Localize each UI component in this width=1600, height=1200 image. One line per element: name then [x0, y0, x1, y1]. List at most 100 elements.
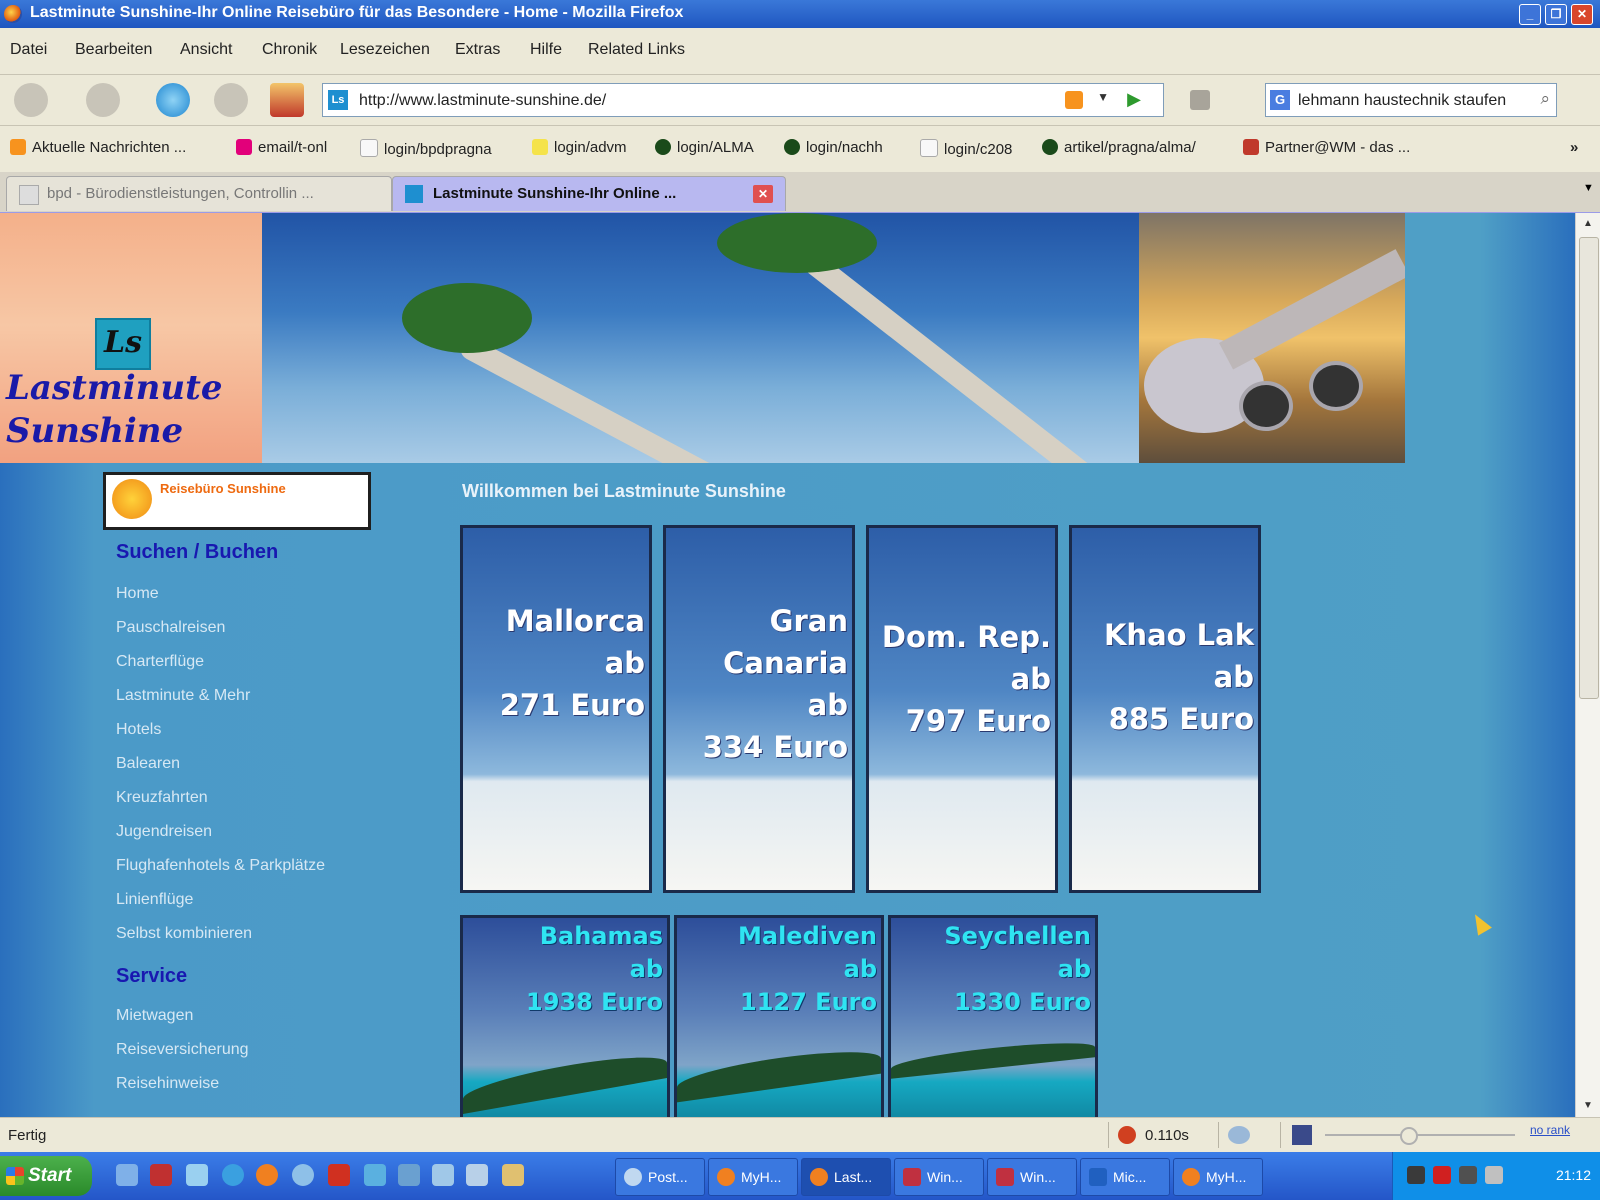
reisebuero-sunshine-banner[interactable]: Reisebüro Sunshine [103, 472, 371, 530]
tray-icon[interactable] [1459, 1166, 1477, 1184]
extension-icon[interactable] [1190, 90, 1210, 110]
taskbar-item[interactable]: MyH... [708, 1158, 798, 1196]
stop-icon[interactable] [214, 83, 248, 117]
deal-mallorca[interactable]: Mallorca ab 271 Euro [460, 525, 652, 893]
search-input[interactable] [1296, 89, 1525, 113]
gear-icon[interactable] [1228, 1126, 1250, 1144]
sidebar-item-reiseversicherung[interactable]: Reiseversicherung [116, 1041, 249, 1059]
menu-hilfe[interactable]: Hilfe [530, 41, 562, 59]
sidebar-item-hotels[interactable]: Hotels [116, 721, 161, 739]
sidebar-item-flughafenhotels[interactable]: Flughafenhotels & Parkplätze [116, 857, 325, 875]
quicklaunch-app-icon[interactable] [398, 1164, 420, 1186]
sidebar-item-selbst-kombinieren[interactable]: Selbst kombinieren [116, 925, 252, 943]
deal-dom-rep[interactable]: Dom. Rep. ab 797 Euro [866, 525, 1058, 893]
tab-list-icon[interactable]: ▼ [1583, 182, 1594, 194]
sidebar-item-reisehinweise[interactable]: Reisehinweise [116, 1075, 219, 1093]
quicklaunch-app-icon[interactable] [150, 1164, 172, 1186]
deal-bahamas[interactable]: Bahamas ab 1938 Euro [460, 915, 670, 1117]
sidebar-item-jugendreisen[interactable]: Jugendreisen [116, 823, 212, 841]
close-tab-icon[interactable]: ✕ [753, 185, 773, 203]
sidebar-item-linienfluege[interactable]: Linienflüge [116, 891, 193, 909]
scroll-thumb[interactable] [1579, 237, 1599, 699]
pagerank-icon[interactable] [1292, 1125, 1312, 1145]
bookmark-item[interactable]: Aktuelle Nachrichten ... [10, 139, 186, 156]
globe-icon [1042, 139, 1058, 155]
tab-lastminute[interactable]: Lastminute Sunshine-Ihr Online ... ✕ [392, 176, 786, 211]
url-bar[interactable]: Ls ▼ ▶ [322, 83, 1164, 117]
bookmark-item[interactable]: email/t-onl [236, 139, 327, 156]
sidebar-item-home[interactable]: Home [116, 585, 159, 603]
menu-datei[interactable]: Datei [10, 41, 47, 59]
globe-icon [655, 139, 671, 155]
deal-seychellen[interactable]: Seychellen ab 1330 Euro [888, 915, 1098, 1117]
sidebar-item-charterfluege[interactable]: Charterflüge [116, 653, 204, 671]
start-button[interactable]: Start [0, 1156, 92, 1196]
deal-malediven[interactable]: Malediven ab 1127 Euro [674, 915, 884, 1117]
sidebar-item-mietwagen[interactable]: Mietwagen [116, 1007, 193, 1025]
reload-icon[interactable] [156, 83, 190, 117]
close-window-button[interactable]: ✕ [1571, 4, 1593, 25]
tab-bpd[interactable]: bpd - Bürodienstleistungen, Controllin .… [6, 176, 392, 211]
logo-panel[interactable]: Ls Lastminute Sunshine [0, 213, 262, 463]
menu-chronik[interactable]: Chronik [262, 41, 317, 59]
menu-related-links[interactable]: Related Links [588, 41, 685, 59]
quicklaunch-desktop-icon[interactable] [116, 1164, 138, 1186]
volume-icon[interactable] [1485, 1166, 1503, 1184]
window-title: Lastminute Sunshine-Ihr Online Reisebüro… [30, 4, 684, 21]
vertical-scrollbar[interactable]: ▲ ▼ [1575, 213, 1600, 1117]
search-box[interactable]: G ⌕ [1265, 83, 1557, 117]
rss-feed-icon[interactable] [1065, 91, 1083, 109]
forward-arrow-icon[interactable] [86, 83, 120, 117]
sidebar-item-balearen[interactable]: Balearen [116, 755, 180, 773]
deal-gran-canaria[interactable]: Gran Canaria ab 334 Euro [663, 525, 855, 893]
scroll-down-icon[interactable]: ▼ [1579, 1097, 1597, 1115]
menu-bearbeiten[interactable]: Bearbeiten [75, 41, 152, 59]
taskbar-item[interactable]: Win... [987, 1158, 1077, 1196]
url-dropdown-icon[interactable]: ▼ [1097, 90, 1109, 104]
bookmark-item[interactable]: login/c208 [920, 139, 1012, 158]
scroll-up-icon[interactable]: ▲ [1579, 215, 1597, 233]
taskbar-item-active[interactable]: Last... [801, 1158, 891, 1196]
maximize-button[interactable]: ❐ [1545, 4, 1567, 25]
quicklaunch-app-icon[interactable] [364, 1164, 386, 1186]
telekom-icon [236, 139, 252, 155]
tray-icon[interactable] [1433, 1166, 1451, 1184]
taskbar-item[interactable]: Post... [615, 1158, 705, 1196]
quicklaunch-app-icon[interactable] [466, 1164, 488, 1186]
bookmark-item[interactable]: login/bpdpragna [360, 139, 492, 158]
google-search-engine-icon[interactable]: G [1270, 90, 1290, 110]
menu-ansicht[interactable]: Ansicht [180, 41, 232, 59]
bookmarks-overflow-icon[interactable]: » [1570, 139, 1578, 156]
rank-link[interactable]: no rank [1530, 1123, 1570, 1137]
taskbar-item[interactable]: MyH... [1173, 1158, 1263, 1196]
taskbar-item[interactable]: Mic... [1080, 1158, 1170, 1196]
bookmark-item[interactable]: Partner@WM - das ... [1243, 139, 1410, 156]
url-input[interactable] [357, 89, 1041, 113]
bookmark-item[interactable]: login/ALMA [655, 139, 754, 156]
back-arrow-icon[interactable] [14, 83, 48, 117]
minimize-button[interactable]: _ [1519, 4, 1541, 25]
quicklaunch-ie-icon[interactable] [222, 1164, 244, 1186]
quicklaunch-app-icon[interactable] [432, 1164, 454, 1186]
addon-icon[interactable] [1118, 1126, 1136, 1144]
taskbar-item[interactable]: Win... [894, 1158, 984, 1196]
bookmark-item[interactable]: artikel/pragna/alma/ [1042, 139, 1196, 156]
bookmark-item[interactable]: login/advm [532, 139, 627, 156]
go-arrow-icon[interactable]: ▶ [1127, 89, 1141, 110]
quicklaunch-app-icon[interactable] [186, 1164, 208, 1186]
site-favicon-icon [405, 185, 423, 203]
home-icon[interactable] [270, 83, 304, 117]
sidebar-item-kreuzfahrten[interactable]: Kreuzfahrten [116, 789, 208, 807]
menu-extras[interactable]: Extras [455, 41, 500, 59]
magnifier-icon[interactable]: ⌕ [1540, 89, 1550, 109]
quicklaunch-app-icon[interactable] [292, 1164, 314, 1186]
quicklaunch-app-icon[interactable] [502, 1164, 524, 1186]
menu-lesezeichen[interactable]: Lesezeichen [340, 41, 430, 59]
sidebar-item-pauschalreisen[interactable]: Pauschalreisen [116, 619, 225, 637]
quicklaunch-app-icon[interactable] [328, 1164, 350, 1186]
deal-khao-lak[interactable]: Khao Lak ab 885 Euro [1069, 525, 1261, 893]
tray-icon[interactable] [1407, 1166, 1425, 1184]
bookmark-item[interactable]: login/nachh [784, 139, 883, 156]
quicklaunch-firefox-icon[interactable] [256, 1164, 278, 1186]
sidebar-item-lastminute[interactable]: Lastminute & Mehr [116, 687, 250, 705]
